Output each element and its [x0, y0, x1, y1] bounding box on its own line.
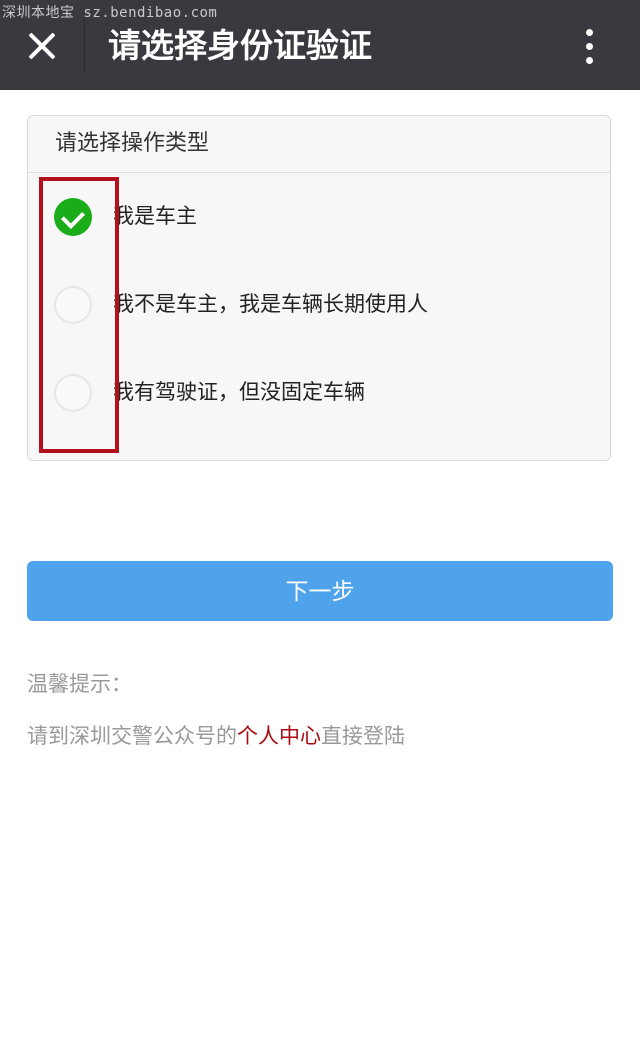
option-label: 我不是车主，我是车辆长期使用人	[113, 292, 428, 316]
next-step-button[interactable]: 下一步	[27, 561, 613, 621]
radio-unchecked-icon[interactable]	[54, 286, 92, 324]
radio-unchecked-icon[interactable]	[54, 374, 92, 412]
tips-suffix: 直接登陆	[321, 724, 405, 748]
option-long-term-user[interactable]: 我不是车主，我是车辆长期使用人	[28, 276, 610, 336]
option-label: 我有驾驶证，但没固定车辆	[113, 380, 365, 404]
radio-checked-icon[interactable]	[54, 198, 92, 236]
operation-type-panel: 请选择操作类型 我是车主 我不是车主，我是车辆长期使用人 我有驾驶证，但没固定车…	[27, 115, 611, 461]
tips-prefix: 请到深圳交警公众号的	[27, 724, 237, 748]
panel-header: 请选择操作类型	[28, 116, 610, 173]
page-title: 请选择身份证验证	[108, 26, 372, 65]
more-vertical-icon[interactable]	[578, 24, 602, 68]
tips-body: 请到深圳交警公众号的个人中心直接登陆	[27, 720, 405, 752]
close-icon[interactable]	[22, 26, 62, 66]
panel-title: 请选择操作类型	[55, 131, 210, 156]
more-dot	[586, 29, 593, 36]
option-label: 我是车主	[113, 204, 197, 228]
personal-center-link[interactable]: 个人中心	[237, 724, 321, 748]
next-step-label: 下一步	[285, 578, 355, 604]
option-vehicle-owner[interactable]: 我是车主	[28, 188, 610, 248]
tips-title: 温馨提示：	[27, 672, 132, 696]
topbar-divider	[84, 18, 85, 72]
more-dot	[586, 43, 593, 50]
option-license-no-vehicle[interactable]: 我有驾驶证，但没固定车辆	[28, 364, 610, 424]
more-dot	[586, 57, 593, 64]
watermark: 深圳本地宝 sz.bendibao.com	[2, 5, 218, 21]
